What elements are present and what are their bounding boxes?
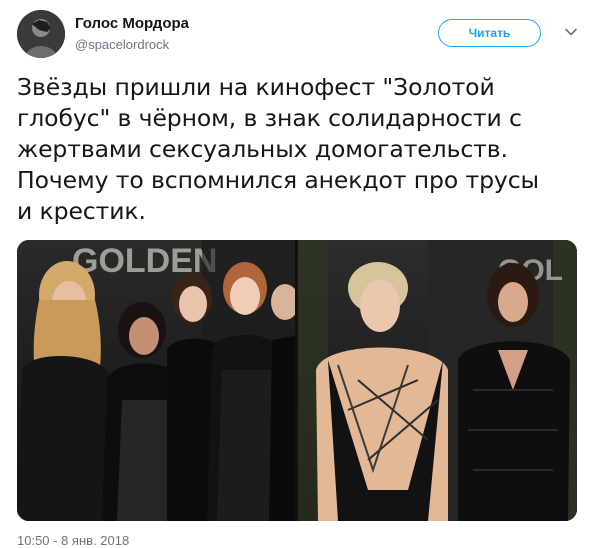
avatar[interactable] xyxy=(17,10,65,58)
chevron-down-icon[interactable] xyxy=(562,23,580,41)
tweet-media: GOLDEN GOL xyxy=(17,240,577,521)
media-photo-pair[interactable]: GOL xyxy=(298,240,577,521)
follow-button[interactable]: Читать xyxy=(438,19,541,47)
tweet-text: Звёзды пришли на кинофест "Золотой глобу… xyxy=(17,72,577,227)
tweet-header: Голос Мордора @spacelordrock Читать xyxy=(17,10,583,62)
tweet-text-line: жертвами сексуальных домогательств. xyxy=(17,135,508,163)
media-photo-group[interactable]: GOLDEN xyxy=(17,240,295,521)
tweet-text-line: и крестик. xyxy=(17,197,146,225)
author-name[interactable]: Голос Мордора xyxy=(75,15,189,32)
tweet-text-line: Почему то вспомнился анекдот про трусы xyxy=(17,166,539,194)
tweet-text-line: Звёзды пришли на кинофест "Золотой xyxy=(17,73,495,101)
tweet-text-line: глобус" в чёрном, в знак солидарности с xyxy=(17,104,522,132)
author-handle[interactable]: @spacelordrock xyxy=(75,37,169,52)
avatar-image xyxy=(17,10,65,58)
